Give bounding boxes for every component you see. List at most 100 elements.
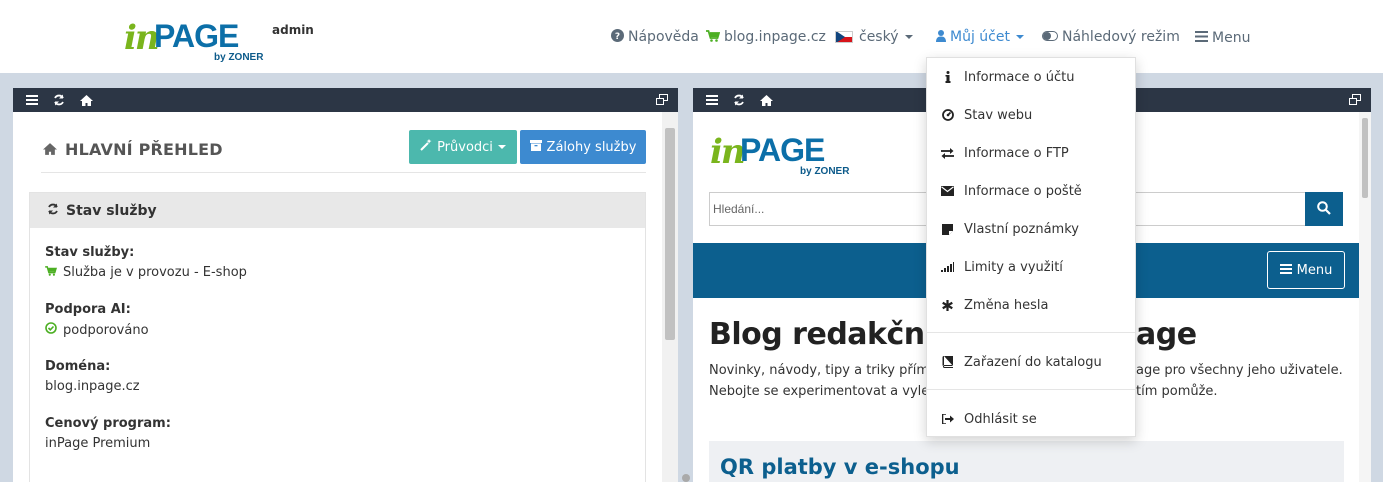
- field-value-text: blog.inpage.cz: [45, 379, 140, 394]
- book-icon: [941, 356, 954, 369]
- field-value: podporováno: [45, 322, 149, 338]
- site-menu-label: Menu: [1296, 262, 1333, 278]
- svg-text:?: ?: [615, 32, 620, 42]
- guides-label: Průvodci: [437, 139, 493, 155]
- archive-icon: [529, 139, 542, 155]
- account-menu: Informace o účtu Stav webu Informace o F…: [926, 57, 1136, 437]
- menu-item-label: Informace o FTP: [964, 145, 1069, 161]
- scrollbar-thumb[interactable]: [1362, 118, 1368, 198]
- right-scrollbar[interactable]: [1359, 112, 1371, 482]
- menu-item-account-info[interactable]: Informace o účtu: [927, 65, 1135, 89]
- field-value-text: Služba je v provozu - E-shop: [63, 265, 247, 280]
- hamburger-icon: [1195, 31, 1208, 45]
- language-label: český: [859, 29, 899, 45]
- field-value-text: inPage Premium: [45, 436, 151, 451]
- account-label: Můj účet: [950, 29, 1010, 45]
- logo-in: in: [124, 18, 160, 58]
- left-scrollbar[interactable]: [662, 112, 678, 482]
- popout-icon[interactable]: [656, 94, 668, 105]
- chevron-down-icon: [497, 145, 506, 149]
- page-title: HLAVNÍ PŘEHLED: [43, 140, 223, 159]
- preview-toggle[interactable]: Náhledový režim: [1042, 28, 1180, 46]
- menu-item-mail-info[interactable]: Informace o poště: [927, 179, 1135, 203]
- menu-item-label: Informace o účtu: [964, 69, 1075, 85]
- home-icon[interactable]: [759, 93, 773, 107]
- help-label: Nápověda: [628, 29, 699, 45]
- splitter-handle[interactable]: [682, 474, 690, 482]
- main-menu-button[interactable]: Menu: [1195, 29, 1250, 47]
- backups-button[interactable]: Zálohy služby: [520, 130, 646, 164]
- check-circle-icon: [45, 322, 57, 338]
- search-placeholder: Hledání...: [713, 202, 765, 216]
- exchange-icon: [941, 147, 954, 160]
- shop-link[interactable]: blog.inpage.cz: [706, 28, 826, 46]
- blog-intro-line1-left: Novinky, návody, tipy a triky přímo o: [709, 363, 950, 378]
- menu-item-label: Odhlásit se: [964, 411, 1037, 427]
- divider: [41, 172, 646, 173]
- menu-item-limits[interactable]: Limity a využití: [927, 255, 1135, 279]
- menu-item-label: Zařazení do katalogu: [964, 354, 1102, 370]
- field-ai-support: Podpora AI: podporováno: [45, 302, 149, 338]
- logo-in: in: [710, 132, 746, 172]
- hamburger-icon[interactable]: [25, 93, 39, 107]
- question-circle-icon: ?: [611, 29, 624, 45]
- inpage-logo[interactable]: in PAGE by ZONER admin: [124, 14, 324, 66]
- logo-page: PAGE: [740, 132, 825, 168]
- menu-item-catalog[interactable]: Zařazení do katalogu: [927, 350, 1135, 374]
- magic-wand-icon: [420, 139, 432, 155]
- field-domain: Doména: blog.inpage.cz: [45, 359, 140, 394]
- info-icon: [941, 71, 954, 84]
- shop-label: blog.inpage.cz: [724, 29, 826, 45]
- help-link[interactable]: ? Nápověda: [611, 28, 699, 46]
- menu-item-label: Informace o poště: [964, 183, 1082, 199]
- hamburger-icon[interactable]: [705, 93, 719, 107]
- blog-post-title[interactable]: QR platby v e-shopu: [720, 455, 960, 479]
- chevron-down-icon: [1015, 35, 1024, 39]
- field-service-status: Stav služby: Služba je v provozu - E-sho…: [45, 245, 247, 280]
- account-dropdown[interactable]: Můj účet: [936, 28, 1024, 46]
- card-header: Stav služby: [30, 193, 645, 228]
- field-price-plan: Cenový program: inPage Premium: [45, 416, 171, 451]
- preview-label: Náhledový režim: [1062, 29, 1180, 45]
- search-button[interactable]: [1305, 192, 1343, 226]
- home-icon[interactable]: [79, 93, 93, 107]
- toggle-icon: [1042, 30, 1058, 44]
- blog-intro-line2-left: Nebojte se experimentovat a vylepš: [709, 384, 945, 399]
- cart-icon: [706, 29, 721, 45]
- user-icon: [936, 29, 946, 45]
- logo-page: PAGE: [154, 18, 239, 54]
- refresh-icon[interactable]: [52, 93, 66, 107]
- field-label: Podpora AI:: [45, 302, 131, 317]
- field-value: Služba je v provozu - E-shop: [45, 265, 247, 280]
- scrollbar-thumb[interactable]: [665, 128, 675, 340]
- blog-intro-line1-right: age pro všechny jeho uživatele.: [1136, 363, 1343, 378]
- menu-item-notes[interactable]: Vlastní poznámky: [927, 217, 1135, 241]
- logo-admin: admin: [272, 23, 314, 37]
- menu-item-web-status[interactable]: Stav webu: [927, 103, 1135, 127]
- site-menu-button[interactable]: Menu: [1267, 251, 1345, 289]
- czech-flag-icon: [835, 31, 853, 43]
- asterisk-icon: [941, 299, 954, 312]
- guides-button[interactable]: Průvodci: [409, 130, 517, 164]
- logo-by-zoner: by ZONER: [214, 52, 264, 63]
- field-value-text: podporováno: [63, 322, 149, 338]
- cart-icon: [45, 265, 58, 280]
- menu-item-ftp-info[interactable]: Informace o FTP: [927, 141, 1135, 165]
- top-bar: in PAGE by ZONER admin ? Nápověda blog.i…: [0, 0, 1383, 73]
- signal-icon: [941, 261, 954, 274]
- field-label: Cenový program:: [45, 416, 171, 431]
- dashboard-icon: [941, 109, 954, 122]
- logo-by-zoner: by ZONER: [800, 166, 850, 177]
- menu-item-logout[interactable]: Odhlásit se: [927, 407, 1135, 431]
- blog-post-card[interactable]: QR platby v e-shopu: [709, 441, 1344, 482]
- menu-item-label: Změna hesla: [964, 297, 1049, 313]
- popout-icon[interactable]: [1349, 94, 1361, 105]
- language-dropdown[interactable]: český: [835, 28, 913, 46]
- card-title: Stav služby: [66, 202, 157, 219]
- refresh-icon[interactable]: [732, 93, 746, 107]
- blog-intro-line2-right: tím pomůže.: [1136, 384, 1218, 399]
- menu-item-change-password[interactable]: Změna hesla: [927, 293, 1135, 317]
- service-status-card: Stav služby Stav služby: Služba je v pro…: [29, 192, 646, 482]
- menu-divider: [927, 332, 1135, 333]
- site-logo[interactable]: in PAGE by ZONER: [710, 128, 910, 180]
